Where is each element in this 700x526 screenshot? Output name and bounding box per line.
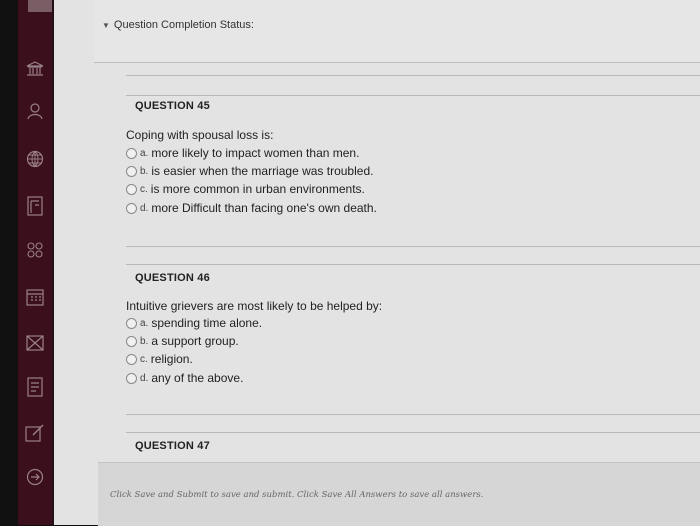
sidebar-top-tab[interactable] bbox=[28, 0, 52, 12]
question-header: QUESTION 45 bbox=[135, 100, 210, 112]
answer-choice[interactable]: b. a support group. bbox=[126, 334, 239, 348]
radio-button[interactable] bbox=[126, 317, 137, 329]
question-text: Coping with spousal loss is: bbox=[126, 128, 274, 142]
globe-icon[interactable] bbox=[24, 148, 46, 170]
answer-choice[interactable]: a. more likely to impact women than men. bbox=[126, 146, 359, 160]
divider bbox=[126, 246, 700, 247]
groups-icon[interactable] bbox=[24, 240, 46, 262]
answer-choice[interactable]: a. spending time alone. bbox=[126, 316, 262, 330]
divider bbox=[126, 432, 700, 433]
user-icon[interactable] bbox=[24, 100, 46, 122]
institution-icon[interactable] bbox=[24, 58, 46, 80]
answer-choice[interactable]: c. is more common in urban environments. bbox=[126, 182, 365, 196]
calendar-icon[interactable] bbox=[24, 286, 46, 308]
answer-choice[interactable]: d. more Difficult than facing one's own … bbox=[126, 201, 377, 215]
divider bbox=[126, 75, 700, 76]
radio-button[interactable] bbox=[126, 353, 137, 365]
question-text: Intuitive grievers are most likely to be… bbox=[126, 299, 383, 313]
course-sidebar bbox=[18, 0, 54, 525]
radio-button[interactable] bbox=[126, 335, 137, 347]
divider bbox=[126, 264, 700, 265]
radio-button[interactable] bbox=[126, 147, 137, 159]
radio-button[interactable] bbox=[126, 165, 137, 177]
footer-instructions: Click Save and Submit to save and submit… bbox=[110, 490, 484, 500]
status-line[interactable]: ▼ Question Completion Status: bbox=[102, 19, 254, 31]
radio-button[interactable] bbox=[126, 183, 137, 195]
question-header: QUESTION 46 bbox=[135, 272, 210, 284]
logout-icon[interactable] bbox=[24, 466, 46, 488]
messages-icon[interactable] bbox=[24, 332, 46, 354]
divider bbox=[126, 95, 700, 96]
status-label: Question Completion Status: bbox=[113, 19, 254, 31]
notes-icon[interactable] bbox=[24, 376, 46, 398]
submission-footer: Click Save and Submit to save and submit… bbox=[98, 462, 700, 526]
edit-icon[interactable] bbox=[24, 422, 46, 444]
divider bbox=[126, 414, 700, 415]
grades-icon[interactable] bbox=[24, 195, 46, 217]
test-content: ▼ Question Completion Status: QUESTION 45… bbox=[54, 0, 700, 526]
radio-button[interactable] bbox=[126, 202, 137, 214]
question-header: QUESTION 47 bbox=[135, 440, 210, 452]
answer-choice[interactable]: c. religion. bbox=[126, 352, 193, 366]
answer-choice[interactable]: d. any of the above. bbox=[126, 371, 243, 385]
answer-choice[interactable]: b. is easier when the marriage was troub… bbox=[126, 164, 373, 178]
question-completion-status[interactable]: ▼ Question Completion Status: bbox=[94, 0, 700, 63]
radio-button[interactable] bbox=[126, 372, 137, 384]
chevron-down-icon: ▼ bbox=[102, 21, 110, 30]
window-edge bbox=[0, 0, 18, 525]
